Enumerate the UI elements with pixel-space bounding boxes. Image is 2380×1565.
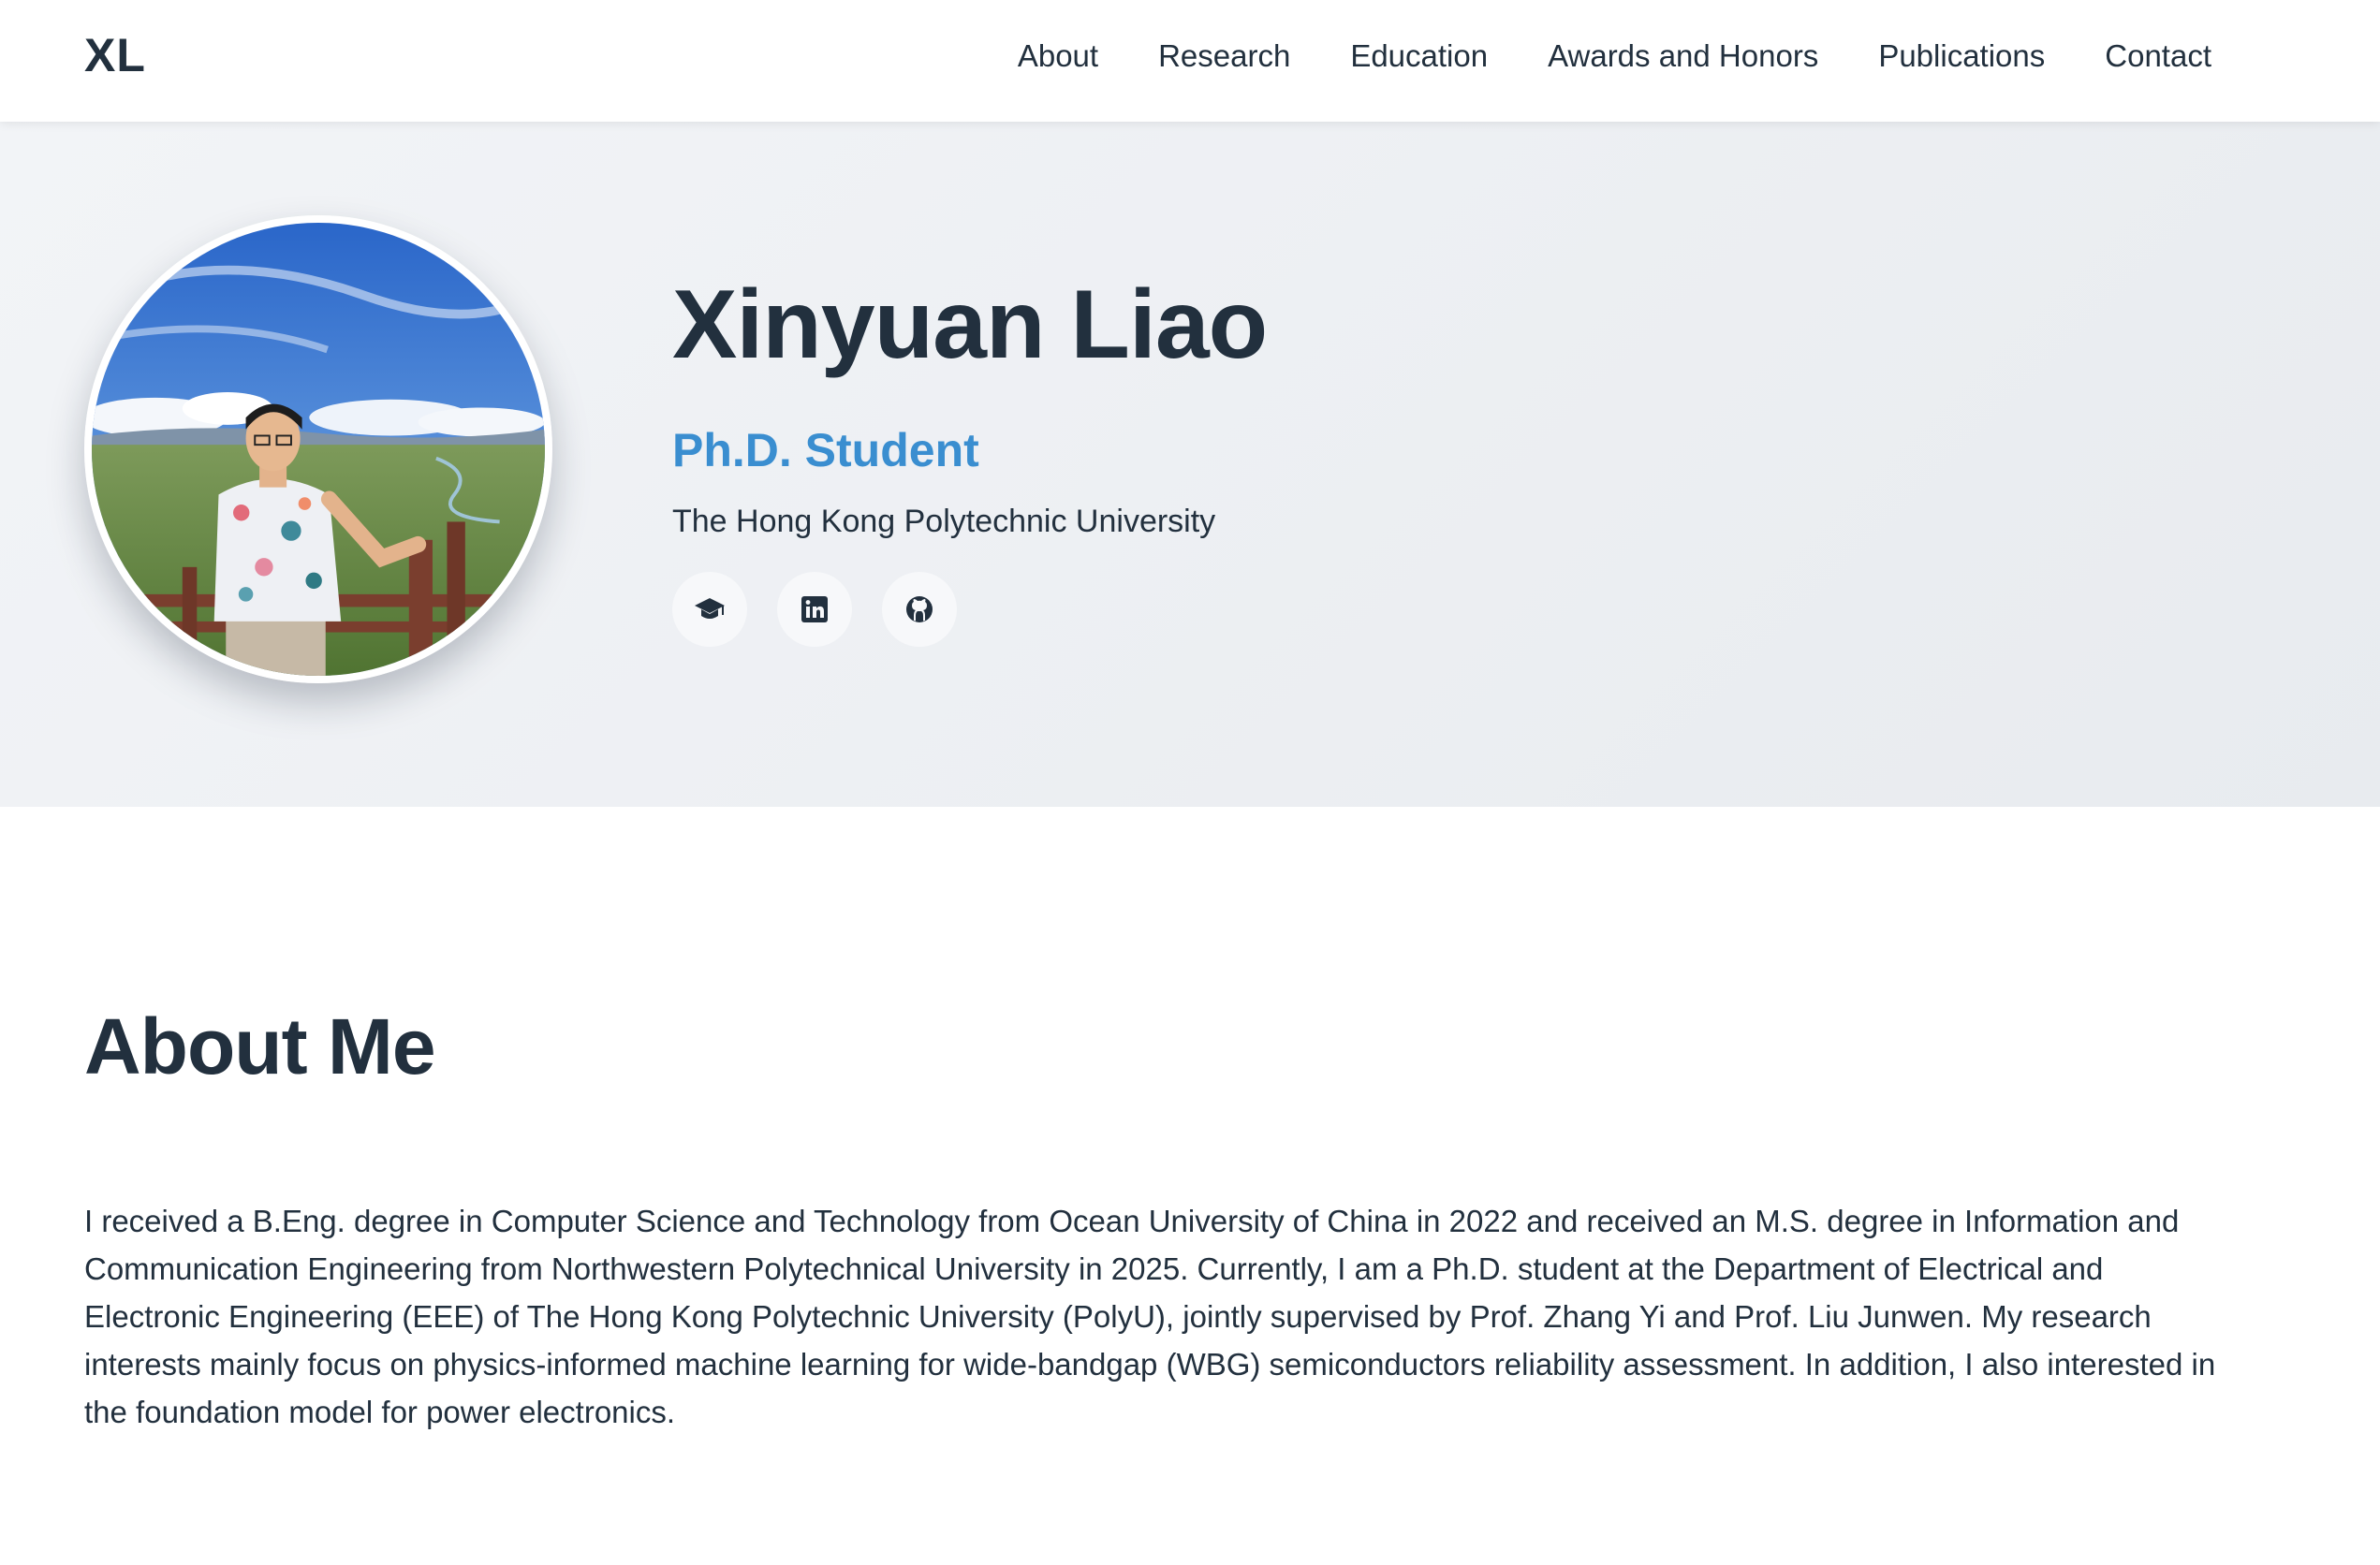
github-icon xyxy=(906,596,933,623)
about-section: About Me I received a B.Eng. degree in C… xyxy=(84,1002,2238,1436)
nav-link-publications[interactable]: Publications xyxy=(1878,38,2045,74)
profile-photo xyxy=(84,215,552,683)
github-link[interactable] xyxy=(882,572,957,648)
profile-affiliation: The Hong Kong Polytechnic University xyxy=(672,504,1216,540)
site-logo[interactable]: XL xyxy=(84,28,146,82)
graduation-cap-icon xyxy=(695,598,725,620)
hero-section: Xinyuan Liao Ph.D. Student The Hong Kong… xyxy=(0,122,2380,807)
linkedin-link[interactable] xyxy=(777,572,852,648)
hero-text: Xinyuan Liao Ph.D. Student The Hong Kong… xyxy=(672,271,1268,648)
nav-link-awards[interactable]: Awards and Honors xyxy=(1548,38,1818,74)
nav-link-research[interactable]: Research xyxy=(1158,38,1290,74)
about-body: I received a B.Eng. degree in Computer S… xyxy=(84,1204,2216,1429)
profile-role: Ph.D. Student xyxy=(672,424,979,477)
top-navbar: XL About Research Education Awards and H… xyxy=(0,0,2380,122)
social-links xyxy=(672,572,1267,648)
nav-link-contact[interactable]: Contact xyxy=(2105,38,2211,74)
nav-link-about[interactable]: About xyxy=(1018,38,1098,74)
linkedin-icon xyxy=(801,596,828,623)
nav-links: About Research Education Awards and Hono… xyxy=(1018,0,2211,112)
about-title: About Me xyxy=(84,1002,436,1090)
profile-name: Xinyuan Liao xyxy=(672,271,1268,379)
nav-link-education[interactable]: Education xyxy=(1350,38,1488,74)
google-scholar-link[interactable] xyxy=(672,572,747,648)
